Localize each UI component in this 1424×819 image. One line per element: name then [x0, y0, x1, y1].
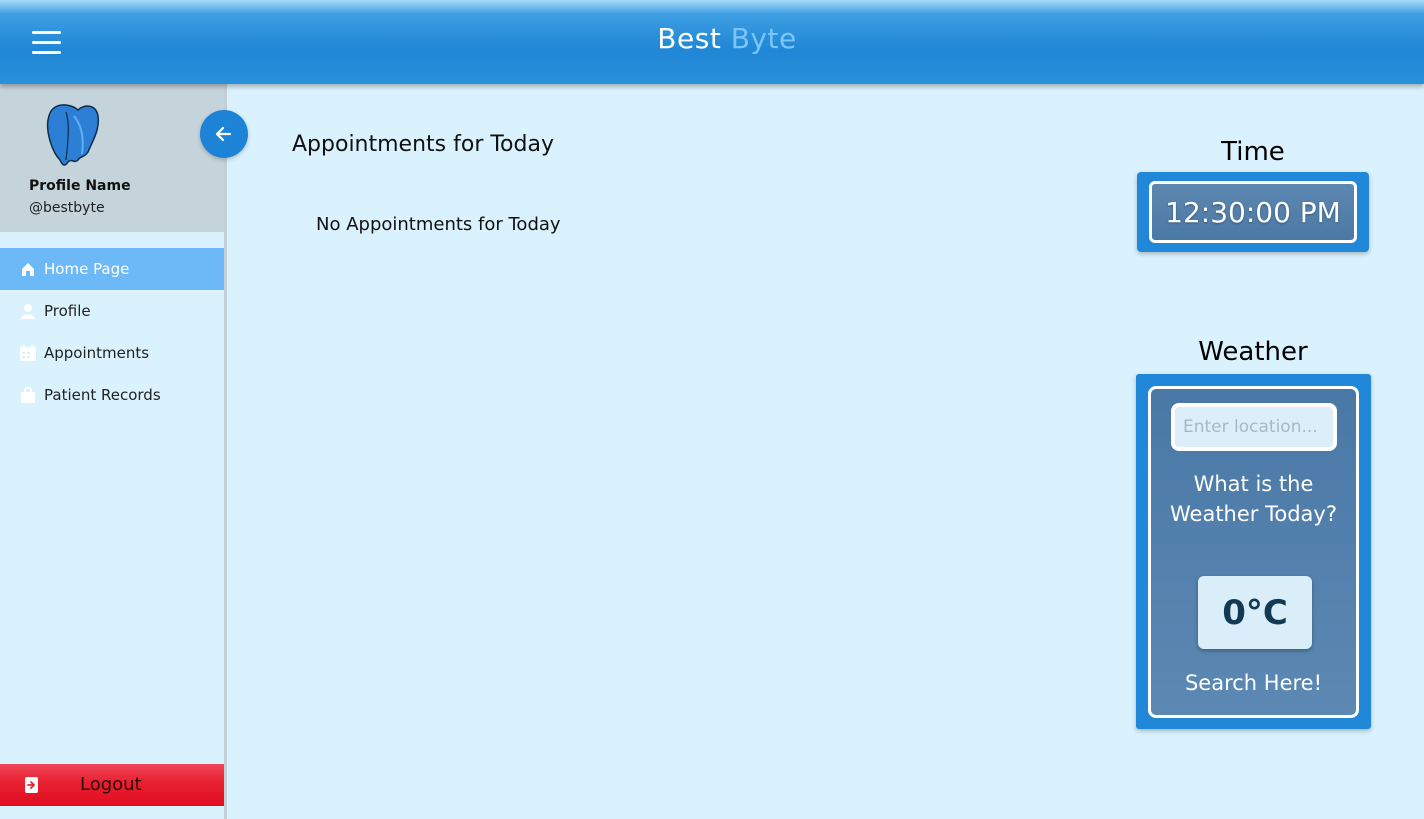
weather-widget-title: Weather — [1198, 337, 1308, 367]
collapse-sidebar-button[interactable] — [200, 110, 248, 158]
logout-icon — [25, 777, 38, 793]
sidebar: Profile Name @bestbyte Home Page Profile… — [0, 84, 248, 819]
top-header: Best Byte — [0, 0, 1424, 84]
profile-card: Profile Name @bestbyte — [0, 84, 248, 232]
empty-appointments-message: No Appointments for Today — [316, 214, 561, 235]
weather-question: What is the Weather Today? — [1170, 472, 1337, 526]
tooth-icon — [46, 104, 100, 166]
time-widget-title: Time — [1221, 137, 1285, 167]
sidebar-item-label: Home Page — [44, 260, 130, 278]
weather-widget: What is the Weather Today? 0°C Search He… — [1136, 374, 1371, 729]
profile-name: Profile Name — [29, 178, 131, 194]
arrow-left-icon — [215, 126, 232, 142]
temperature-display: 0°C — [1198, 576, 1312, 649]
sidebar-item-label: Appointments — [44, 344, 150, 362]
user-icon — [19, 302, 37, 320]
brand-part-best: Best — [657, 22, 722, 55]
logout-button[interactable]: Logout — [0, 764, 224, 806]
sidebar-item-label: Patient Records — [44, 386, 161, 404]
bag-icon — [19, 386, 37, 404]
profile-handle: @bestbyte — [29, 200, 105, 216]
home-icon — [19, 260, 37, 278]
brand-part-byte: Byte — [730, 22, 797, 55]
clock-display: 12:30:00 PM — [1149, 181, 1357, 243]
sidebar-item-patient-records[interactable]: Patient Records — [0, 374, 224, 416]
brand-title: Best Byte — [0, 22, 1424, 55]
location-input[interactable] — [1171, 403, 1337, 451]
sidebar-item-label: Profile — [44, 302, 91, 320]
sidebar-item-home-page[interactable]: Home Page — [0, 248, 224, 290]
calendar-icon — [19, 344, 37, 362]
sidebar-nav: Home Page Profile Appointments Patient R… — [0, 248, 224, 416]
search-weather-button[interactable]: Search Here! — [1151, 671, 1356, 695]
page-title: Appointments for Today — [292, 132, 554, 157]
sidebar-item-profile[interactable]: Profile — [0, 290, 224, 332]
time-widget: 12:30:00 PM — [1137, 172, 1369, 252]
weather-panel: What is the Weather Today? 0°C Search He… — [1148, 386, 1359, 718]
sidebar-item-appointments[interactable]: Appointments — [0, 332, 224, 374]
logout-label: Logout — [80, 774, 142, 795]
